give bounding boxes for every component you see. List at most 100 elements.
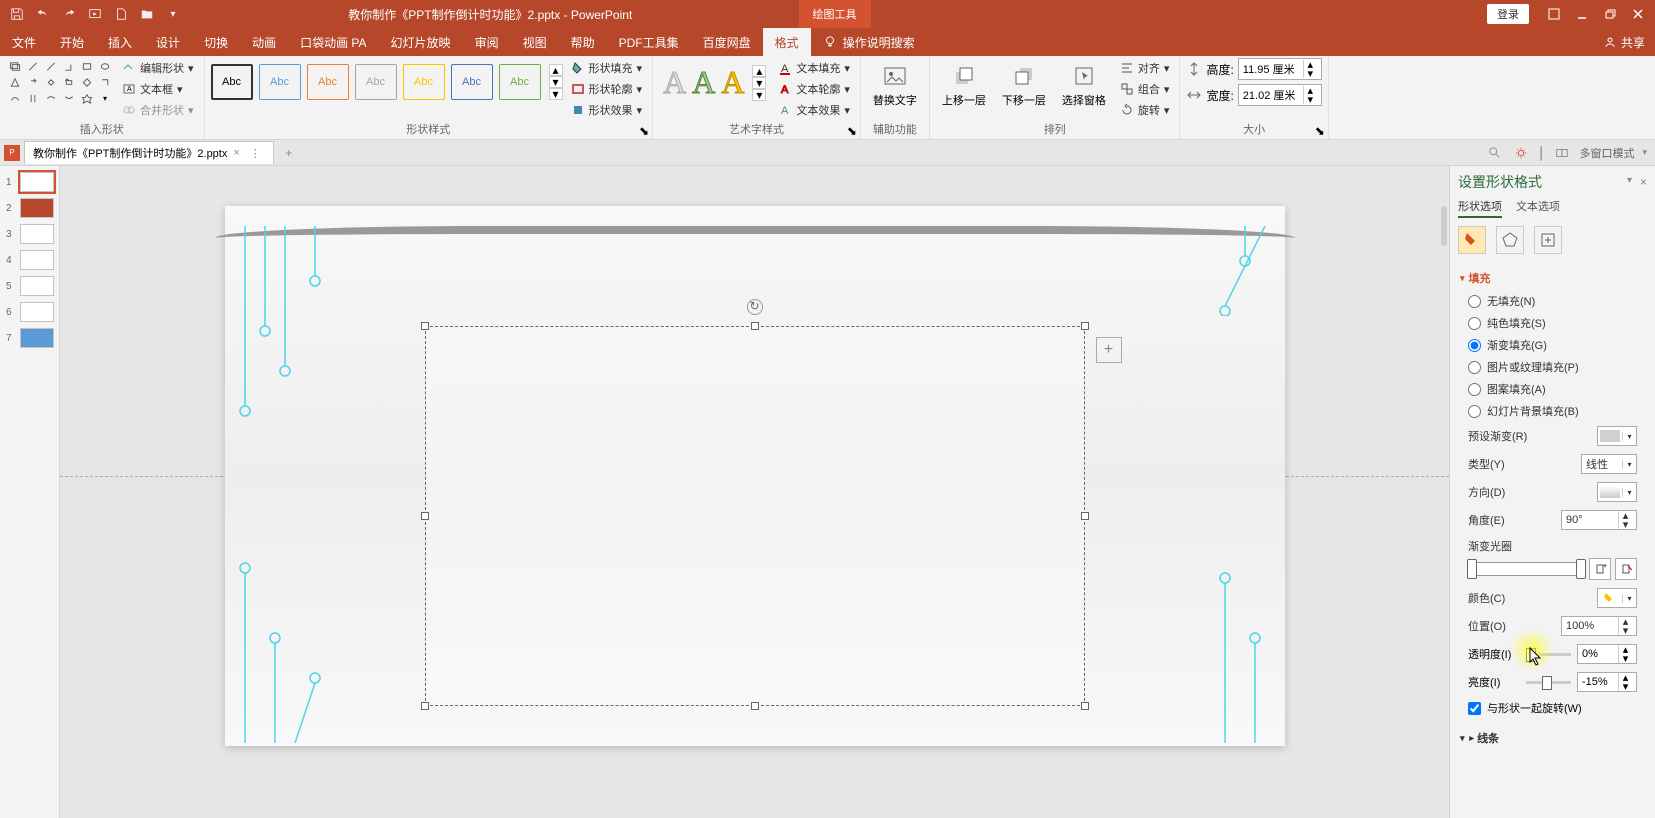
rotate-with-shape-check[interactable]: 与形状一起旋转(W) [1460,696,1645,720]
handle-tm[interactable] [751,322,759,330]
thumb-2[interactable]: 2 [2,198,57,218]
handle-bl[interactable] [421,702,429,710]
close-icon[interactable] [1625,2,1651,26]
color-combo[interactable]: ▾ [1597,588,1637,608]
pane-tab-text[interactable]: 文本选项 [1516,198,1560,218]
position-input[interactable]: 100%▴▾ [1561,616,1637,636]
wa-gallery-more-icon[interactable]: ▾ [752,89,766,101]
bring-forward-button[interactable]: 上移一层 [936,58,992,112]
context-tab-drawing-tools[interactable]: 绘图工具 [799,0,871,28]
thumb-1[interactable]: 1 [2,172,57,192]
shape-gallery[interactable]: ▾ [6,58,114,106]
remove-stop-button[interactable] [1615,558,1637,580]
tab-file[interactable]: 文件 [0,28,48,56]
fill-line-icon[interactable] [1458,226,1486,254]
shape-style-gallery[interactable]: Abc Abc Abc Abc Abc Abc Abc ▴ ▾ ▾ [211,58,563,106]
restore-icon[interactable] [1597,2,1623,26]
fill-gradient-radio[interactable]: 渐变填充(G) [1460,334,1645,356]
add-stop-button[interactable]: + [1589,558,1611,580]
minimize-icon[interactable] [1569,2,1595,26]
alt-text-button[interactable]: 替换文字 [867,58,923,112]
text-outline-button[interactable]: A文本轮廓 ▾ [774,79,854,99]
thumb-7[interactable]: 7 [2,328,57,348]
fill-none-radio[interactable]: 无填充(N) [1460,290,1645,312]
tab-format[interactable]: 格式 [763,28,811,56]
multi-window-icon[interactable] [1553,144,1571,162]
textbox-button[interactable]: A文本框 ▾ [118,79,198,99]
document-tab[interactable]: 教你制作《PPT制作倒计时功能》2.pptx × ⋮ [24,141,274,164]
fill-picture-radio[interactable]: 图片或纹理填充(P) [1460,356,1645,378]
tab-slideshow[interactable]: 幻灯片放映 [379,28,463,56]
brightness-input[interactable]: -15%▴▾ [1577,672,1637,692]
align-button[interactable]: 对齐 ▾ [1116,58,1174,78]
tab-animations[interactable]: 动画 [240,28,288,56]
section-fill-header[interactable]: 填充 [1460,270,1645,286]
type-combo[interactable]: 线性▾ [1581,454,1637,474]
tab-design[interactable]: 设计 [144,28,192,56]
login-button[interactable]: 登录 [1487,4,1529,24]
rotate-button[interactable]: 旋转 ▾ [1116,100,1174,120]
magnify-icon[interactable] [1486,144,1504,162]
tab-baidu[interactable]: 百度网盘 [691,28,763,56]
shape-fill-button[interactable]: 形状填充 ▾ [567,58,647,78]
gradient-stop-2[interactable] [1576,559,1586,579]
share-button[interactable]: 共享 [1603,34,1645,51]
gradient-stop-1[interactable] [1467,559,1477,579]
start-from-beginning-icon[interactable] [86,5,104,23]
redo-icon[interactable] [60,5,78,23]
add-tab-button[interactable]: + [278,143,300,163]
tab-home[interactable]: 开始 [48,28,96,56]
handle-tr[interactable] [1081,322,1089,330]
preset-gradient-combo[interactable]: ▾ [1597,426,1637,446]
rotate-handle[interactable] [747,299,763,315]
tell-me-search[interactable]: 操作说明搜索 [823,34,915,51]
handle-ml[interactable] [421,512,429,520]
multi-window-label[interactable]: 多窗口模式 [1579,145,1634,161]
shape-effects-button[interactable]: 形状效果 ▾ [567,100,647,120]
add-shape-button[interactable]: + [1096,337,1122,363]
pane-tab-shape[interactable]: 形状选项 [1458,198,1502,218]
size-launcher-icon[interactable]: ⬊ [1314,125,1326,137]
gradient-stops-slider[interactable] [1468,562,1585,576]
handle-tl[interactable] [421,322,429,330]
height-input[interactable]: 11.95 厘米▴▾ [1238,58,1322,80]
transparency-input[interactable]: 0%▴▾ [1577,644,1637,664]
tab-menu-icon[interactable]: ⋮ [246,147,265,160]
size-props-icon[interactable] [1534,226,1562,254]
shape-outline-button[interactable]: 形状轮廓 ▾ [567,79,647,99]
thumb-5[interactable]: 5 [2,276,57,296]
ribbon-display-icon[interactable] [1541,2,1567,26]
tab-transitions[interactable]: 切换 [192,28,240,56]
send-backward-button[interactable]: 下移一层 [996,58,1052,112]
wordart-launcher-icon[interactable]: ⬊ [846,125,858,137]
tab-pdf[interactable]: PDF工具集 [607,28,691,56]
merge-shapes-button[interactable]: 合并形状 ▾ [118,100,198,120]
handle-bm[interactable] [751,702,759,710]
gallery-more-icon[interactable]: ▾ [549,88,563,100]
text-fill-button[interactable]: A文本填充 ▾ [774,58,854,78]
pane-dropdown-icon[interactable]: ▾ [1627,175,1632,189]
thumb-6[interactable]: 6 [2,302,57,322]
group-button[interactable]: 组合 ▾ [1116,79,1174,99]
fill-solid-radio[interactable]: 纯色填充(S) [1460,312,1645,334]
settings-gear-icon[interactable] [1512,144,1530,162]
tab-view[interactable]: 视图 [511,28,559,56]
handle-mr[interactable] [1081,512,1089,520]
selected-shape[interactable]: + [425,326,1085,706]
text-effects-button[interactable]: A文本效果 ▾ [774,100,854,120]
fill-pattern-radio[interactable]: 图案填充(A) [1460,378,1645,400]
slide[interactable]: + [225,206,1285,746]
direction-combo[interactable]: ▾ [1597,482,1637,502]
pane-close-icon[interactable]: × [1640,175,1647,189]
width-input[interactable]: 21.02 厘米▴▾ [1238,84,1322,106]
open-icon[interactable] [138,5,156,23]
new-icon[interactable] [112,5,130,23]
effects-icon[interactable] [1496,226,1524,254]
section-line-header[interactable]: ▾ 线条 [1460,730,1645,746]
tab-insert[interactable]: 插入 [96,28,144,56]
wordart-gallery[interactable]: A A A ▴ ▾ ▾ [659,58,770,107]
angle-input[interactable]: 90°▴▾ [1561,510,1637,530]
shape-styles-launcher-icon[interactable]: ⬊ [638,125,650,137]
thumb-4[interactable]: 4 [2,250,57,270]
tab-pocket-anim[interactable]: 口袋动画 PA [288,28,378,56]
